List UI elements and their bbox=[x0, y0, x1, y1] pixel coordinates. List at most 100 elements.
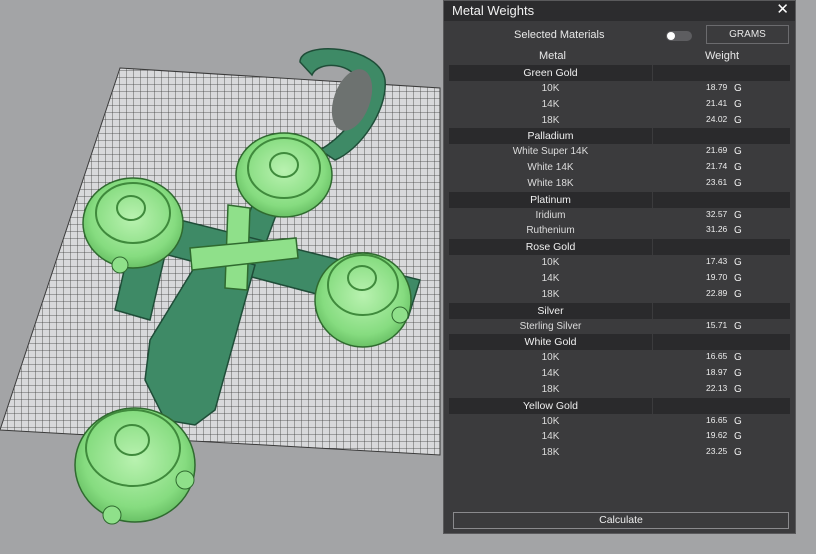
table-row: White Super 14K 21.69 G bbox=[449, 144, 790, 160]
metal-name: 10K bbox=[541, 352, 560, 364]
table-row: Iridium 32.57 G bbox=[449, 208, 790, 224]
weight-unit: G bbox=[734, 368, 742, 380]
medallion-right bbox=[314, 252, 412, 348]
weight-value: 19.62 bbox=[706, 430, 728, 441]
group-row: Palladium bbox=[449, 128, 790, 145]
weight-unit: G bbox=[734, 383, 742, 395]
metal-name: 14K bbox=[541, 98, 560, 110]
weight-value: 15.71 bbox=[706, 319, 728, 330]
group-name: Palladium bbox=[527, 130, 574, 143]
table-row: 18K 23.25 G bbox=[449, 445, 790, 461]
panel-title: Metal Weights bbox=[452, 3, 535, 18]
weight-value: 17.43 bbox=[706, 256, 728, 267]
table-row: 14K 19.70 G bbox=[449, 271, 790, 287]
group-row: White Gold bbox=[449, 334, 790, 351]
group-separator bbox=[652, 302, 653, 319]
metal-name: 14K bbox=[541, 272, 560, 284]
weight-unit: G bbox=[734, 415, 742, 427]
weight-value: 16.65 bbox=[706, 414, 728, 425]
table-row: Ruthenium 31.26 G bbox=[449, 223, 790, 239]
weight-value: 23.25 bbox=[706, 446, 728, 457]
weight-value: 16.65 bbox=[706, 351, 728, 362]
metal-name: White 14K bbox=[527, 162, 574, 174]
group-separator bbox=[652, 239, 653, 256]
group-name: Silver bbox=[537, 304, 564, 317]
weight-value: 24.02 bbox=[706, 113, 728, 124]
table-row: White 18K 23.61 G bbox=[449, 176, 790, 192]
medallion-top bbox=[235, 132, 333, 218]
metal-name: 10K bbox=[541, 82, 560, 94]
metal-name: 18K bbox=[541, 288, 560, 300]
weight-unit: G bbox=[734, 162, 742, 174]
table-row: 18K 22.13 G bbox=[449, 382, 790, 398]
panel-titlebar[interactable]: Metal Weights ✕ bbox=[444, 1, 795, 21]
weight-unit: G bbox=[734, 257, 742, 269]
weight-unit: G bbox=[734, 288, 742, 300]
metal-name: 14K bbox=[541, 431, 560, 443]
weight-unit: G bbox=[734, 447, 742, 459]
metal-name: 10K bbox=[541, 415, 560, 427]
metal-name: Iridium bbox=[535, 209, 566, 221]
column-header-weight: Weight bbox=[705, 50, 740, 62]
weight-unit: G bbox=[734, 177, 742, 189]
group-row: Yellow Gold bbox=[449, 397, 790, 414]
metal-name: 18K bbox=[541, 114, 560, 126]
table-row: 14K 21.41 G bbox=[449, 97, 790, 113]
table-row: 18K 24.02 G bbox=[449, 113, 790, 129]
weight-value: 22.13 bbox=[706, 382, 728, 393]
table-row: 14K 19.62 G bbox=[449, 429, 790, 445]
calculate-button[interactable]: Calculate bbox=[453, 512, 789, 529]
table-row: 10K 17.43 G bbox=[449, 255, 790, 271]
metal-weights-panel: Metal Weights ✕ Selected Materials GRAMS… bbox=[443, 0, 796, 534]
unit-button[interactable]: GRAMS bbox=[706, 25, 789, 44]
selected-materials-label: Selected Materials bbox=[514, 29, 605, 41]
right-edge-strip bbox=[796, 0, 816, 554]
weight-unit: G bbox=[734, 98, 742, 110]
weight-unit: G bbox=[734, 320, 742, 332]
metal-name: 14K bbox=[541, 368, 560, 380]
group-row: Silver bbox=[449, 302, 790, 319]
weight-value: 21.74 bbox=[706, 161, 728, 172]
metal-name: 18K bbox=[541, 447, 560, 459]
3d-viewport[interactable] bbox=[0, 0, 443, 554]
metal-name: 18K bbox=[541, 383, 560, 395]
group-separator bbox=[652, 191, 653, 208]
toggle-knob bbox=[667, 32, 675, 40]
weights-table: Green Gold 10K 18.79 G 14K 21.41 G 18K 24.02 G Pal… bbox=[449, 65, 790, 461]
weight-unit: G bbox=[734, 146, 742, 158]
selected-materials-toggle[interactable] bbox=[666, 31, 692, 41]
weight-unit: G bbox=[734, 431, 742, 443]
medallion-bottom bbox=[74, 407, 196, 525]
metal-name: Ruthenium bbox=[526, 225, 575, 237]
group-row: Rose Gold bbox=[449, 239, 790, 256]
weight-value: 23.61 bbox=[706, 176, 728, 187]
weight-value: 32.57 bbox=[706, 208, 728, 219]
weight-value: 21.41 bbox=[706, 97, 728, 108]
weight-unit: G bbox=[734, 82, 742, 94]
weight-value: 18.97 bbox=[706, 367, 728, 378]
metal-name: White Super 14K bbox=[512, 146, 589, 158]
metal-name: Sterling Silver bbox=[519, 320, 582, 332]
group-separator bbox=[652, 65, 653, 81]
close-icon[interactable]: ✕ bbox=[776, 0, 789, 18]
group-separator bbox=[652, 334, 653, 351]
viewport-scene bbox=[0, 48, 441, 525]
weight-unit: G bbox=[734, 272, 742, 284]
group-name: White Gold bbox=[524, 336, 577, 349]
column-header-metal: Metal bbox=[539, 50, 566, 62]
table-row: 18K 22.89 G bbox=[449, 287, 790, 303]
weight-unit: G bbox=[734, 114, 742, 126]
group-name: Green Gold bbox=[523, 67, 578, 79]
weight-value: 22.89 bbox=[706, 287, 728, 298]
table-row: 10K 18.79 G bbox=[449, 81, 790, 97]
table-row: 10K 16.65 G bbox=[449, 414, 790, 430]
weight-unit: G bbox=[734, 352, 742, 364]
group-row: Platinum bbox=[449, 191, 790, 208]
metal-name: White 18K bbox=[527, 177, 574, 189]
table-row: White 14K 21.74 G bbox=[449, 160, 790, 176]
weight-value: 21.69 bbox=[706, 145, 728, 156]
group-name: Rose Gold bbox=[525, 241, 576, 254]
weight-value: 19.70 bbox=[706, 271, 728, 282]
group-row: Green Gold bbox=[449, 65, 790, 81]
metal-name: 10K bbox=[541, 257, 560, 269]
